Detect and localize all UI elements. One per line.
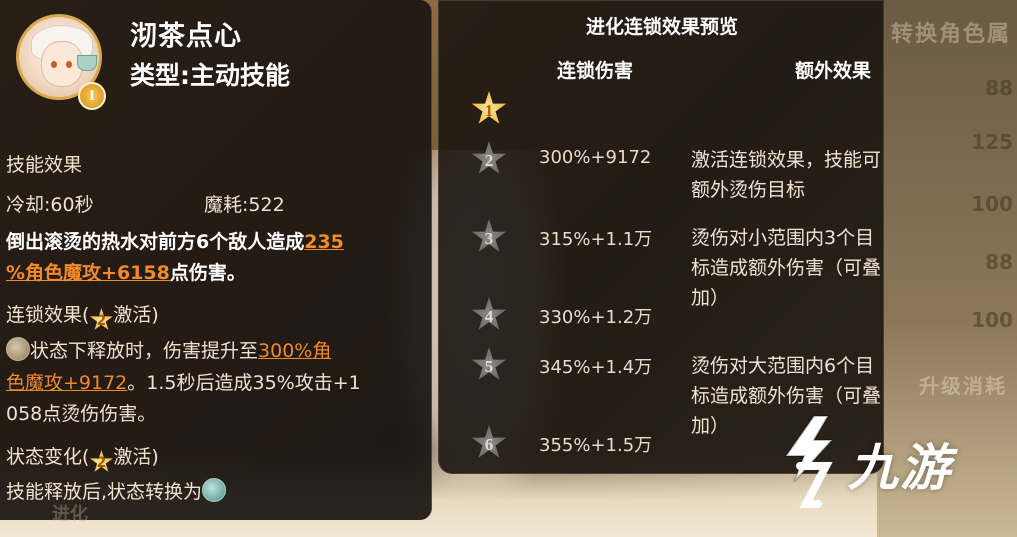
level-damage: 315%+1.1万 [539,229,653,250]
attribute-value: 100 [971,308,1013,332]
jiuyou-logo-icon [784,415,835,508]
chain-line1: 状态下释放时，伤害提升至300%角 [6,336,331,363]
attribute-title: 转换角色属 [890,22,1011,47]
effect-desc-highlight: %角色魔攻+6158 [6,262,170,284]
effect-desc-highlight: 235 [304,231,344,253]
evolution-chain-preview-panel: 进化连锁效果预览 连锁伤害 额外效果 1 2 300%+9172 激活连锁效果，… [438,0,884,474]
column-header-damage: 连锁伤害 [557,60,634,82]
level-star-icon: 3 [471,219,507,252]
upgrade-cost-button[interactable]: 升级消耗 [919,370,1007,399]
state-icon [6,337,30,361]
skill-type: 类型:主动技能 [130,61,290,90]
jiuyou-watermark: 九游 [770,410,990,510]
chain-line3: 058点烫伤伤害。 [6,403,157,425]
attribute-value: 88 [985,250,1013,274]
chain-text: 。1.5秒后造成35%攻击+1 [127,372,361,394]
evolve-tab-label[interactable]: 进化 [52,500,88,526]
column-header-extra: 额外效果 [795,60,872,82]
chain-activate: 激活) [113,304,159,326]
avatar-eye [51,61,57,68]
chain-highlight: 300%角 [258,340,332,362]
level-star-icon: 1 [471,91,507,124]
skill-name: 沏茶点心 [130,21,242,52]
effect-heading: 技能效果 [6,154,83,176]
level-star-icon: 4 [471,297,507,330]
state-change-heading: 状态变化(2 激活) [6,442,159,474]
effect-description-line1: 倒出滚烫的热水对前方6个敌人造成235 [6,227,344,254]
level-extra-effect: 激活连锁效果，技能可额外烫伤目标 [691,149,882,201]
attribute-value: 88 [985,76,1013,100]
watermark-text: 九游 [848,439,952,497]
preview-title: 进化连锁效果预览 [585,16,738,38]
level-row: 4 330%+1.2万 [439,297,885,337]
level-damage: 345%+1.4万 [539,357,653,378]
skill-detail-panel: I 沏茶点心 类型:主动技能 技能效果 冷却:60秒 魔耗:522 倒出滚烫的热… [0,0,432,525]
state-transform-icon [202,478,227,502]
chain-highlight: 色魔攻+9172 [6,372,128,394]
mana-cost-text: 魔耗:522 [204,194,285,216]
level-row: 5 345%+1.4万 烫伤对大范围内6个目标造成额外伤害（可叠加） [439,347,885,437]
state-activate: 激活) [113,446,159,468]
chain-line2: 色魔攻+9172。1.5秒后造成35%攻击+1 [6,368,361,395]
chain-label: 连锁效果( [6,304,90,326]
state-text: 技能释放后,状态转换为 [6,481,203,503]
level-star-icon: 6 [471,425,507,458]
attribute-value: 125 [971,130,1013,154]
effect-desc-text: 倒出滚烫的热水对前方6个敌人造成 [6,231,305,253]
chain-effect-heading: 连锁效果(2 激活) [6,300,159,332]
level-damage: 355%+1.5万 [539,435,653,456]
level-row: 1 [439,91,885,131]
attribute-value: 100 [971,192,1013,216]
rank-badge: I [78,82,106,110]
level-damage: 300%+9172 [539,147,652,168]
star-level-icon: 2 [89,308,113,330]
level-row: 2 300%+9172 激活连锁效果，技能可额外烫伤目标 [439,141,885,201]
state-line1: 技能释放后,状态转换为 [6,477,227,504]
chain-text: 状态下释放时，伤害提升至 [30,340,259,362]
level-row: 3 315%+1.1万 烫伤对小范围内3个目标造成额外伤害（可叠加） [439,219,885,309]
level-damage: 330%+1.2万 [539,307,653,328]
teacup-icon [77,55,97,71]
star-level-icon: 2 [89,450,113,472]
avatar-eye [66,61,72,68]
level-star-icon: 5 [471,347,507,380]
state-label: 状态变化( [6,446,90,468]
level-star-icon: 2 [471,141,507,174]
cooldown-text: 冷却:60秒 [6,194,94,216]
effect-description-line2: %角色魔攻+6158点伤害。 [6,258,246,285]
effect-desc-text: 点伤害。 [169,262,246,284]
